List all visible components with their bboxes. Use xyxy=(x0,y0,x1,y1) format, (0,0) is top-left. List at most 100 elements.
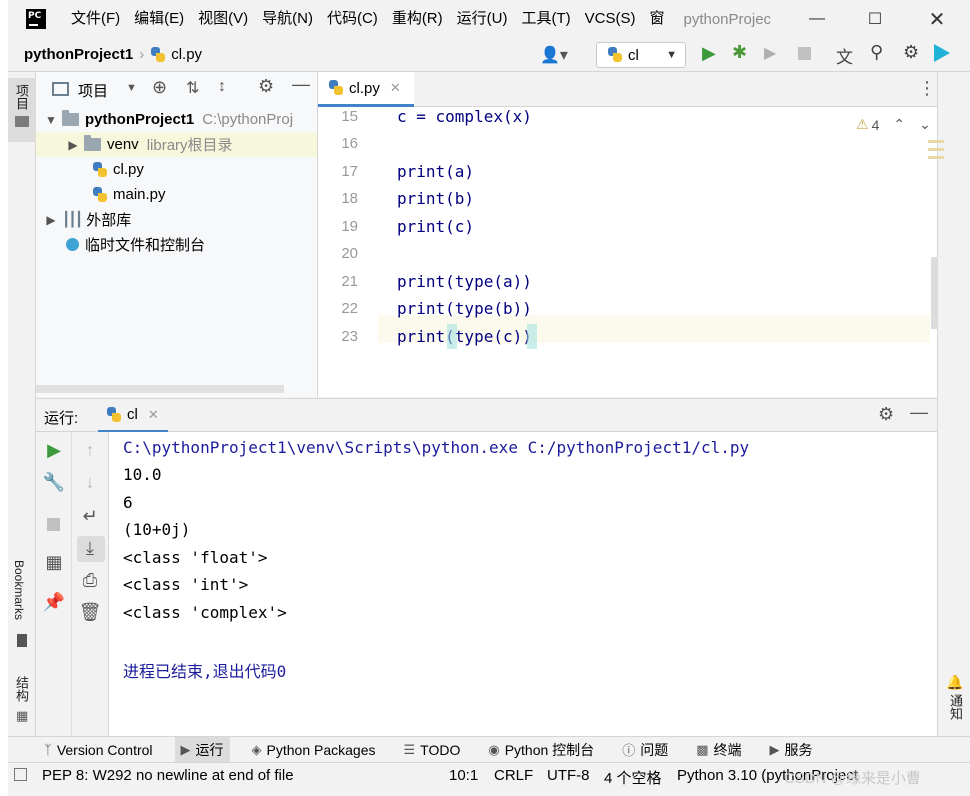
tree-item-main-py[interactable]: main.py xyxy=(36,182,317,207)
status-message[interactable]: PEP 8: W292 no newline at end of file xyxy=(42,767,294,784)
gear-icon[interactable]: ⚙ xyxy=(903,42,919,63)
tool-problems[interactable]: ⓘ 问题 xyxy=(616,737,674,763)
tree-item-venv[interactable]: ▶ venv library根目录 xyxy=(36,132,317,157)
editor-tab-label: cl.py xyxy=(349,79,380,97)
indent-setting[interactable]: 4 个空格 xyxy=(604,767,662,788)
print-icon[interactable]: ⎙ xyxy=(72,570,108,591)
run-config-select[interactable]: cl ▼ xyxy=(596,42,686,68)
gear-icon[interactable]: ⚙ xyxy=(258,76,274,97)
minimize-button[interactable]: — xyxy=(788,0,846,38)
folder-icon xyxy=(15,116,29,127)
python-icon xyxy=(607,47,623,63)
debug-icon[interactable]: ✱ xyxy=(732,42,747,63)
trash-icon[interactable]: 🗑 xyxy=(72,602,108,623)
maximize-button[interactable]: ☐ xyxy=(846,0,904,38)
jetbrains-toolbox-icon[interactable] xyxy=(934,44,950,62)
folder-icon xyxy=(62,110,79,126)
code-line: print(type(c)) xyxy=(397,327,532,346)
python-file-icon xyxy=(92,186,108,203)
menu-vcs[interactable]: VCS(S) xyxy=(578,0,643,38)
run-tab-cl[interactable]: cl ✕ xyxy=(98,399,168,433)
expand-all-icon[interactable]: ⇅ xyxy=(186,78,199,98)
project-panel-header: 项目 ▼ ⊕ ⇅ ↕ ⚙ — xyxy=(36,72,318,107)
collapse-all-icon[interactable]: ↕ xyxy=(218,78,226,96)
menu-run[interactable]: 运行(U) xyxy=(450,0,515,38)
chevron-down-icon[interactable]: ⌄ xyxy=(919,116,931,133)
run-icon: ▶ xyxy=(180,741,191,757)
tool-terminal[interactable]: ▩ 终端 xyxy=(690,737,747,763)
tool-label: 服务 xyxy=(784,741,813,758)
error-stripe-mark xyxy=(928,148,944,151)
code-area[interactable]: c = complex(x) print(a) print(b) print(c… xyxy=(318,107,930,367)
code-line: c = complex(x) xyxy=(397,107,532,126)
tool-python-console[interactable]: ◉ Python 控制台 xyxy=(482,737,600,763)
tree-item-label: main.py xyxy=(113,186,166,203)
project-panel-title[interactable]: 项目 xyxy=(78,80,108,101)
menu-code[interactable]: 代码(C) xyxy=(320,0,385,38)
tree-item-scratches[interactable]: 临时文件和控制台 xyxy=(36,232,317,257)
search-icon[interactable]: ⚲ xyxy=(870,42,883,63)
brace-match-open xyxy=(447,324,457,349)
breadcrumb-project[interactable]: pythonProject1 xyxy=(24,46,133,63)
tool-todo[interactable]: ☰ TODO xyxy=(398,737,467,763)
caret-position[interactable]: 10:1 xyxy=(449,767,478,784)
tool-services[interactable]: ▶ 服务 xyxy=(764,737,819,763)
locate-icon[interactable]: ⊕ xyxy=(152,77,167,98)
menu-file[interactable]: 文件(F) xyxy=(64,0,127,38)
vertical-scrollbar[interactable] xyxy=(931,257,938,329)
menu-bar: 文件(F) 编辑(E) 视图(V) 导航(N) 代码(C) 重构(R) 运行(U… xyxy=(64,0,671,38)
tool-python-packages[interactable]: ◈ Python Packages xyxy=(246,737,382,763)
stop-icon[interactable] xyxy=(798,47,811,60)
tree-item-label: venv xyxy=(107,136,139,153)
arrow-down-icon[interactable]: ↓ xyxy=(72,472,108,493)
tree-item-cl-py[interactable]: cl.py xyxy=(36,157,317,182)
chevron-up-icon[interactable]: ⌃ xyxy=(893,116,905,133)
python-file-icon xyxy=(150,46,166,63)
arrow-up-icon[interactable]: ↑ xyxy=(72,440,108,461)
horizontal-scrollbar[interactable] xyxy=(36,385,284,393)
minimize-panel-icon[interactable]: — xyxy=(292,74,310,95)
translate-icon[interactable]: 文 xyxy=(836,43,853,68)
menu-view[interactable]: 视图(V) xyxy=(191,0,255,38)
gear-icon[interactable]: ⚙ xyxy=(878,404,894,425)
more-options-icon[interactable]: ⋮ xyxy=(918,78,936,99)
inspection-widget[interactable]: ⚠ 4 ⌃ ⌄ xyxy=(856,116,931,133)
menu-navigate[interactable]: 导航(N) xyxy=(255,0,320,38)
file-encoding[interactable]: UTF-8 xyxy=(547,767,590,784)
wrench-icon[interactable]: 🔧 xyxy=(36,472,72,493)
soft-wrap-icon[interactable]: ↵ xyxy=(72,506,108,527)
scratch-console-icon xyxy=(66,238,79,251)
line-separator[interactable]: CRLF xyxy=(494,767,533,784)
tree-item-external-libraries[interactable]: ▶ ┃┃┃ 外部库 xyxy=(36,207,317,232)
tab-structure[interactable]: 结构 xyxy=(12,676,31,702)
tab-bookmarks[interactable]: Bookmarks xyxy=(12,560,26,620)
close-tab-icon[interactable]: ✕ xyxy=(390,80,401,96)
chevron-down-icon: ▼ xyxy=(45,112,57,127)
breadcrumb-file[interactable]: cl.py xyxy=(171,46,202,63)
stop-icon[interactable] xyxy=(47,518,60,531)
minimize-panel-icon[interactable]: — xyxy=(910,402,928,423)
tool-version-control[interactable]: ᛉ Version Control xyxy=(38,737,159,763)
menu-edit[interactable]: 编辑(E) xyxy=(127,0,191,38)
tree-item-project-root[interactable]: ▼ pythonProject1 C:\pythonProj xyxy=(36,107,317,132)
tool-run[interactable]: ▶ 运行 xyxy=(174,736,230,763)
tab-notifications[interactable]: 通知 xyxy=(946,694,965,720)
menu-refactor[interactable]: 重构(R) xyxy=(385,0,450,38)
menu-tools[interactable]: 工具(T) xyxy=(514,0,577,38)
layout-icon[interactable]: ▦ xyxy=(36,552,72,573)
run-panel-header: 运行: cl ✕ ⚙ — xyxy=(36,398,937,433)
pin-icon[interactable]: 📌 xyxy=(36,592,72,613)
rerun-icon[interactable]: ▶ xyxy=(36,440,72,461)
chevron-down-icon[interactable]: ▼ xyxy=(126,82,137,94)
left-tool-strip: 项目 Bookmarks 结构 ▦ xyxy=(8,72,36,736)
close-window-button[interactable]: ✕ xyxy=(908,0,966,38)
user-icon[interactable]: 👤▾ xyxy=(540,45,568,65)
run-console[interactable]: C:\pythonProject1\venv\Scripts\python.ex… xyxy=(109,432,937,736)
menu-window[interactable]: 窗 xyxy=(642,0,671,38)
editor-tab-cl-py[interactable]: cl.py ✕ xyxy=(318,72,414,107)
panel-toggle-icon[interactable] xyxy=(14,768,27,781)
coverage-icon[interactable]: ▶ xyxy=(764,43,776,63)
tab-project[interactable]: 项目 xyxy=(12,84,31,110)
run-icon[interactable]: ▶ xyxy=(702,43,716,64)
close-tab-icon[interactable]: ✕ xyxy=(148,407,159,423)
